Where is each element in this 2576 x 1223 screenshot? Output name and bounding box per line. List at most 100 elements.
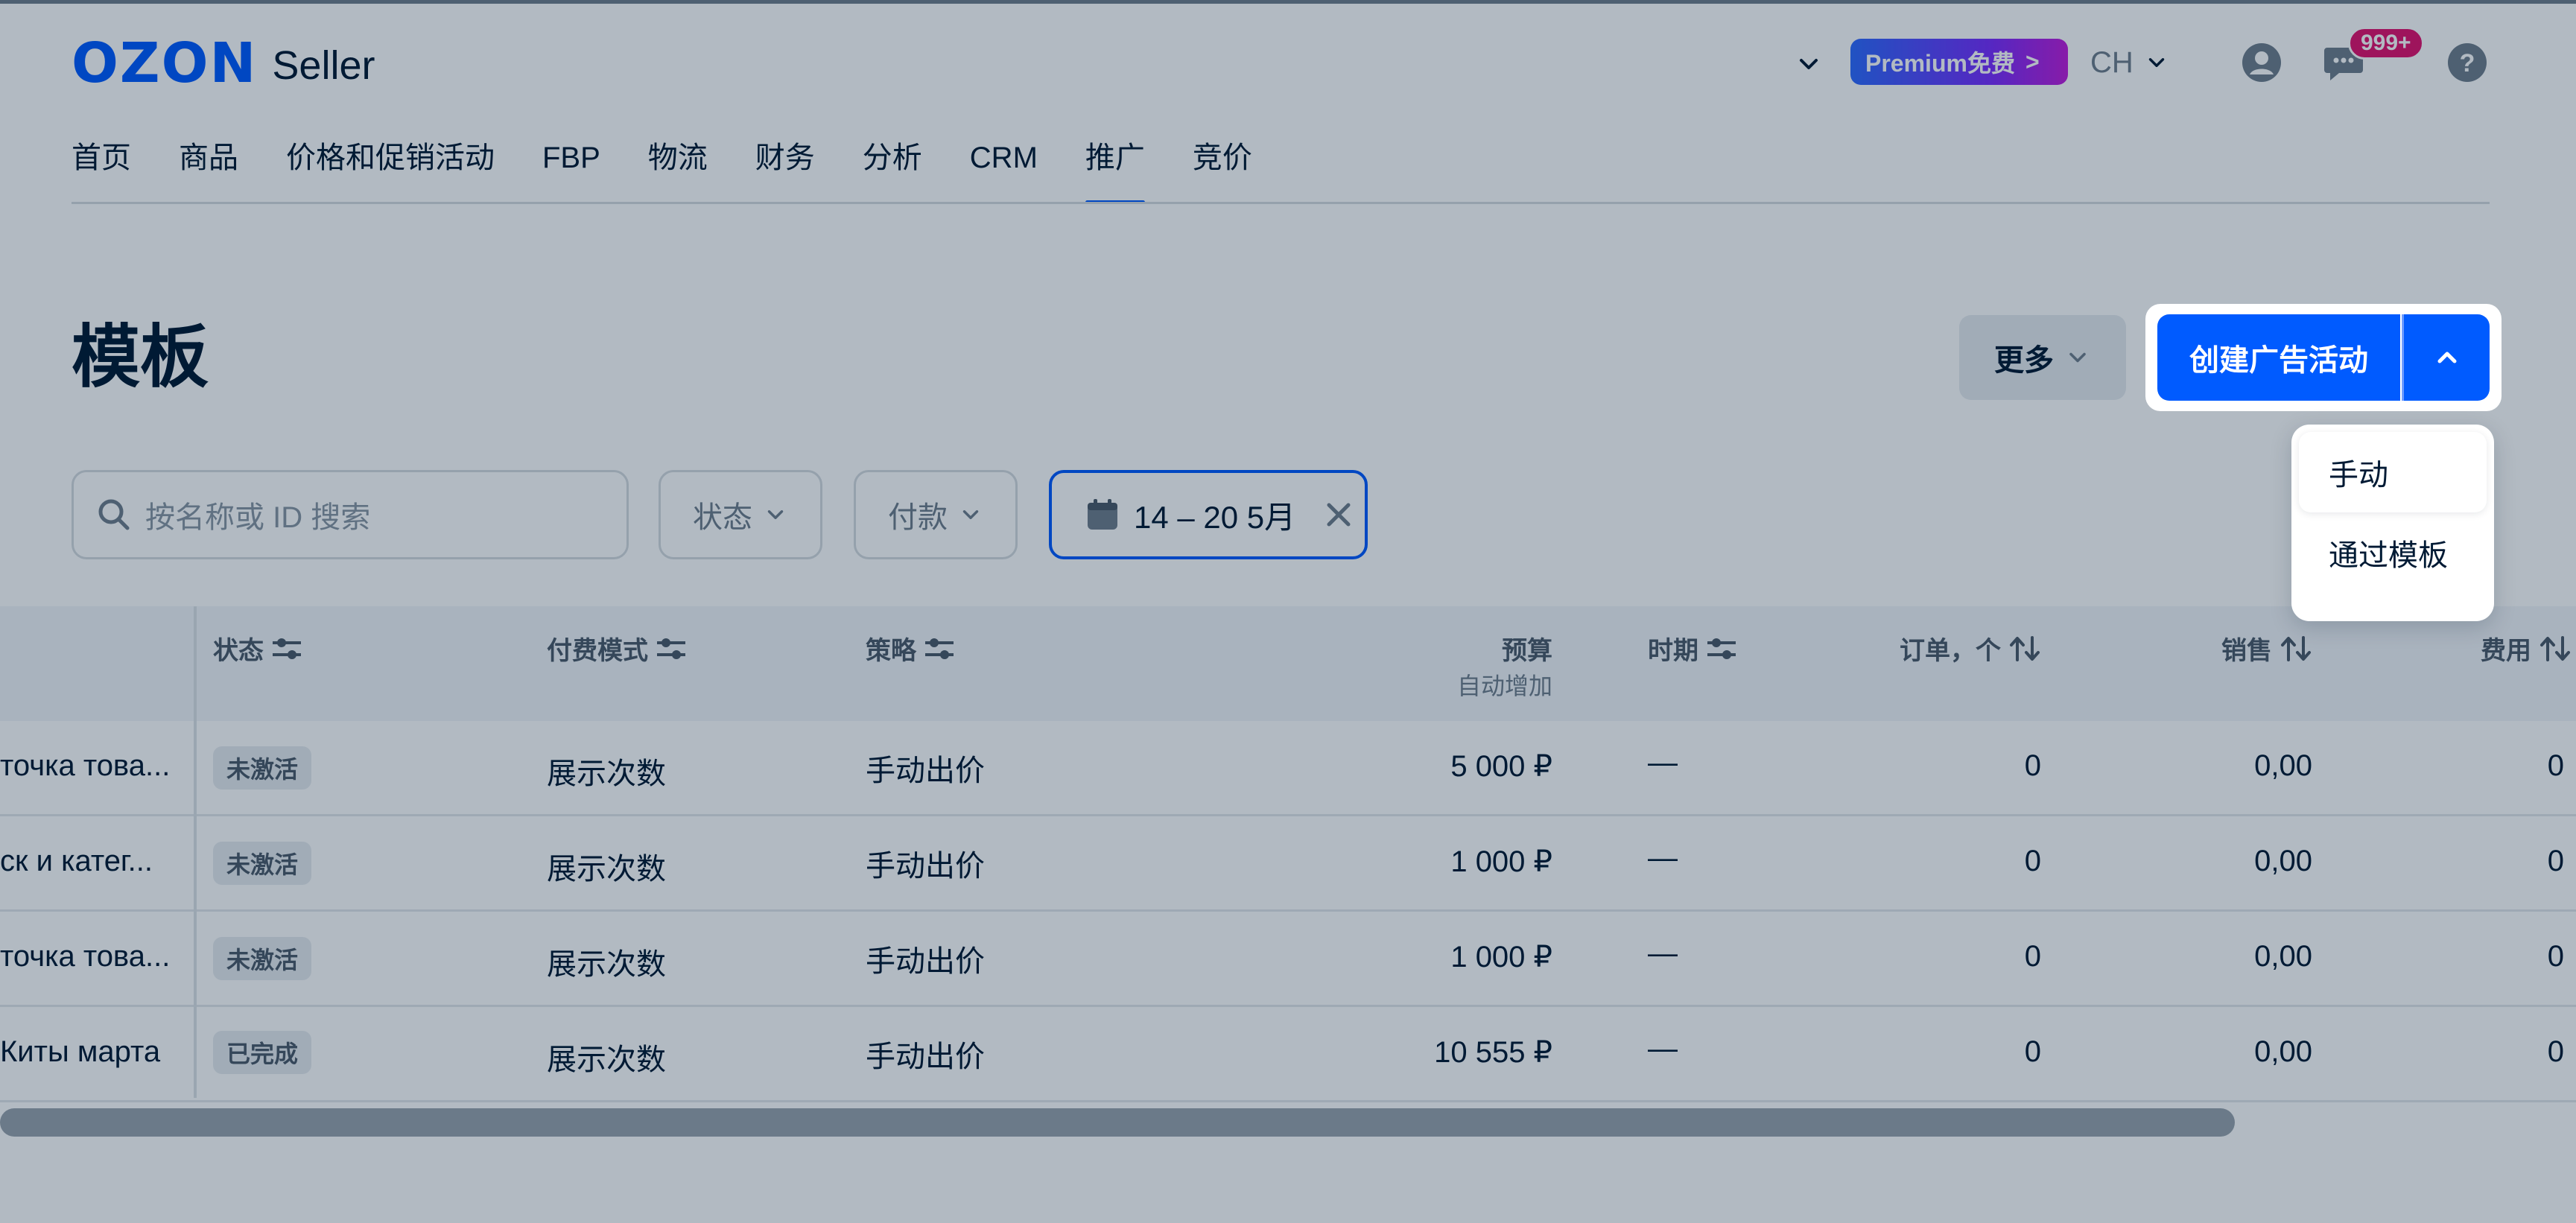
row-name[interactable]: Киты марта bbox=[0, 1035, 160, 1069]
column-header-status[interactable]: 状态 bbox=[213, 630, 302, 667]
date-range-picker[interactable]: 14 – 20 5月 bbox=[1049, 470, 1368, 559]
more-button[interactable]: 更多 bbox=[1959, 315, 2126, 400]
row-period: — bbox=[1648, 937, 1678, 970]
sort-arrows-icon[interactable] bbox=[2539, 635, 2572, 663]
nav-item-finance[interactable]: 财务 bbox=[755, 137, 815, 204]
column-header-budget-sub: 自动增加 bbox=[1456, 673, 1552, 699]
row-period: — bbox=[1648, 842, 1678, 874]
chevron-down-icon bbox=[2148, 58, 2164, 67]
column-header-sales[interactable]: 销售 bbox=[2160, 630, 2312, 667]
row-sales: 0,00 bbox=[2254, 940, 2312, 973]
row-sales: 0,00 bbox=[2254, 1035, 2312, 1068]
row-orders: 0 bbox=[2024, 749, 2041, 782]
calendar-icon bbox=[1088, 499, 1117, 530]
menu-item-manual[interactable]: 手动 bbox=[2299, 432, 2487, 512]
row-cost: 0 bbox=[2547, 1035, 2564, 1068]
close-icon[interactable] bbox=[1322, 498, 1355, 531]
row-name[interactable]: точка това... bbox=[0, 749, 170, 783]
svg-text:?: ? bbox=[2460, 49, 2475, 77]
nav-item-home[interactable]: 首页 bbox=[72, 137, 131, 204]
row-cost: 0 bbox=[2547, 940, 2564, 973]
status-badge: 未激活 bbox=[213, 746, 312, 790]
column-header-strategy[interactable]: 策略 bbox=[866, 630, 955, 667]
search-icon bbox=[98, 499, 130, 530]
user-circle-icon[interactable] bbox=[2241, 42, 2282, 83]
filter-settings-icon[interactable] bbox=[656, 635, 687, 662]
status-badge: 已完成 bbox=[213, 1031, 312, 1074]
row-name[interactable]: ск и катег... bbox=[0, 845, 153, 878]
create-campaign-menu: 手动 通过模板 bbox=[2291, 425, 2494, 621]
row-budget: 1 000 ₽ bbox=[1450, 845, 1552, 878]
chevron-up-icon bbox=[2437, 352, 2456, 363]
chevron-down-icon bbox=[767, 510, 784, 519]
sort-arrows-icon[interactable] bbox=[2008, 635, 2041, 663]
column-header-status-label: 状态 bbox=[213, 637, 264, 665]
row-payment-model: 展示次数 bbox=[547, 1043, 666, 1076]
column-header-period[interactable]: 时期 bbox=[1648, 630, 1737, 667]
chevron-down-icon bbox=[2069, 352, 2086, 363]
ozon-seller-logo[interactable]: OZON Seller bbox=[72, 31, 375, 95]
search-placeholder: 按名称或 ID 搜索 bbox=[145, 501, 371, 534]
row-budget: 10 555 ₽ bbox=[1434, 1036, 1552, 1069]
question-circle-icon[interactable]: ? bbox=[2446, 42, 2488, 83]
payment-filter[interactable]: 付款 bbox=[854, 470, 1018, 559]
row-payment-model: 展示次数 bbox=[547, 757, 666, 790]
row-budget: 1 000 ₽ bbox=[1450, 941, 1552, 973]
nav-item-promotion[interactable]: 推广 bbox=[1085, 137, 1145, 204]
column-header-sales-label: 销售 bbox=[2221, 637, 2272, 665]
main-nav: 首页 商品 价格和促销活动 FBP 物流 财务 分析 CRM 推广 竞价 bbox=[72, 137, 1300, 204]
horizontal-scrollbar[interactable] bbox=[0, 1108, 2235, 1137]
row-strategy: 手动出价 bbox=[866, 755, 985, 787]
premium-button[interactable]: Premium免费 > bbox=[1850, 39, 2068, 85]
column-header-budget-label: 预算 bbox=[1502, 637, 1552, 665]
nav-item-analytics[interactable]: 分析 bbox=[863, 137, 922, 204]
chevron-right-icon: > bbox=[2025, 48, 2040, 75]
search-input[interactable]: 按名称或 ID 搜索 bbox=[72, 470, 629, 559]
row-period: — bbox=[1648, 1032, 1678, 1065]
nav-item-logistics[interactable]: 物流 bbox=[648, 137, 708, 204]
nav-item-prices-promotions[interactable]: 价格和促销活动 bbox=[286, 137, 495, 204]
column-header-orders[interactable]: 订单，个 bbox=[1862, 630, 2041, 667]
column-header-payment-model[interactable]: 付费模式 bbox=[547, 630, 687, 667]
nav-divider bbox=[72, 202, 2490, 204]
chevron-down-icon[interactable] bbox=[1794, 49, 1824, 79]
sort-arrows-icon[interactable] bbox=[2280, 635, 2312, 663]
row-strategy: 手动出价 bbox=[866, 1041, 985, 1073]
create-campaign-button[interactable]: 创建广告活动 bbox=[2157, 314, 2400, 401]
filter-settings-icon[interactable] bbox=[271, 635, 302, 662]
row-cost: 0 bbox=[2547, 845, 2564, 877]
row-sales: 0,00 bbox=[2254, 845, 2312, 877]
top-border bbox=[0, 0, 2576, 4]
page-title: 模板 bbox=[72, 320, 209, 396]
status-badge: 未激活 bbox=[213, 937, 312, 980]
logo-brand: OZON bbox=[72, 31, 258, 95]
nav-item-fbp[interactable]: FBP bbox=[542, 137, 600, 204]
column-header-strategy-label: 策略 bbox=[866, 637, 916, 665]
row-sales: 0,00 bbox=[2254, 749, 2312, 782]
filter-settings-icon[interactable] bbox=[924, 635, 955, 662]
chevron-down-icon bbox=[962, 510, 979, 519]
create-options-toggle[interactable] bbox=[2402, 314, 2490, 401]
nav-item-crm[interactable]: CRM bbox=[970, 137, 1038, 204]
row-cost: 0 bbox=[2547, 749, 2564, 782]
status-filter[interactable]: 状态 bbox=[659, 470, 822, 559]
column-header-orders-label: 订单，个 bbox=[1900, 637, 2001, 665]
status-filter-label: 状态 bbox=[693, 501, 752, 534]
row-name[interactable]: точка това... bbox=[0, 940, 170, 973]
filter-settings-icon[interactable] bbox=[1706, 635, 1737, 662]
nav-item-bidding[interactable]: 竞价 bbox=[1193, 137, 1252, 204]
nav-item-products[interactable]: 商品 bbox=[179, 137, 238, 204]
row-payment-model: 展示次数 bbox=[547, 853, 666, 886]
column-header-period-label: 时期 bbox=[1648, 637, 1698, 665]
page: OZON Seller Premium免费 > CH 999+ ? 首页 商品 … bbox=[0, 0, 2576, 1223]
language-selector[interactable]: CH bbox=[2090, 42, 2169, 83]
row-orders: 0 bbox=[2024, 1035, 2041, 1068]
column-header-cost-label: 费用 bbox=[2481, 637, 2531, 665]
menu-item-from-template[interactable]: 通过模板 bbox=[2299, 512, 2487, 593]
premium-label: Premium免费 bbox=[1865, 50, 2015, 77]
row-payment-model: 展示次数 bbox=[547, 948, 666, 981]
sticky-column-divider bbox=[194, 606, 197, 1098]
date-range-value: 14 – 20 5月 bbox=[1134, 499, 1296, 535]
row-orders: 0 bbox=[2024, 845, 2041, 877]
column-header-cost[interactable]: 费用 bbox=[2443, 630, 2572, 667]
